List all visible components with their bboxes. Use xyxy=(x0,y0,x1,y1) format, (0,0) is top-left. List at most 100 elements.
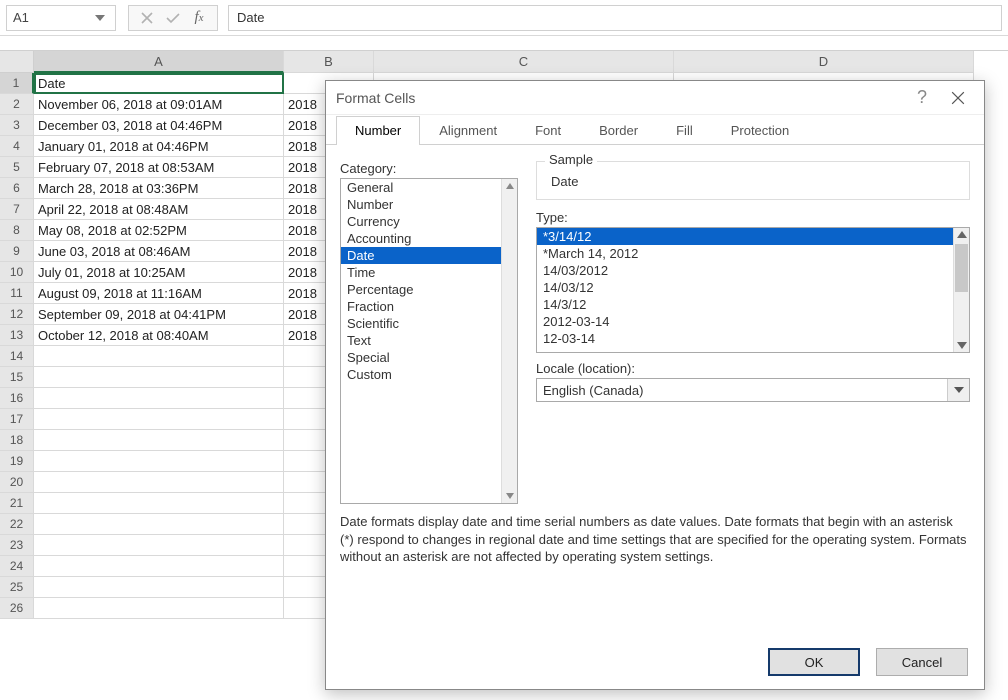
row-header[interactable]: 26 xyxy=(0,598,34,619)
category-option[interactable]: General xyxy=(341,179,517,196)
category-option[interactable]: Number xyxy=(341,196,517,213)
type-option[interactable]: 14/03/12 xyxy=(537,279,969,296)
cell[interactable]: December 03, 2018 at 04:46PM xyxy=(34,115,284,136)
cell[interactable] xyxy=(34,367,284,388)
cancel-edit-icon[interactable] xyxy=(135,7,159,29)
cell[interactable] xyxy=(34,577,284,598)
type-scrollbar-thumb[interactable] xyxy=(955,244,968,292)
row-header[interactable]: 10 xyxy=(0,262,34,283)
column-header-a[interactable]: A xyxy=(34,51,284,73)
row-header[interactable]: 21 xyxy=(0,493,34,514)
row-header[interactable]: 23 xyxy=(0,535,34,556)
row-header[interactable]: 6 xyxy=(0,178,34,199)
category-option[interactable]: Percentage xyxy=(341,281,517,298)
tab-border[interactable]: Border xyxy=(580,116,657,145)
ok-button[interactable]: OK xyxy=(768,648,860,676)
category-option[interactable]: Fraction xyxy=(341,298,517,315)
row-header[interactable]: 2 xyxy=(0,94,34,115)
cell[interactable]: August 09, 2018 at 11:16AM xyxy=(34,283,284,304)
cell[interactable] xyxy=(34,514,284,535)
row-header[interactable]: 14 xyxy=(0,346,34,367)
tab-alignment[interactable]: Alignment xyxy=(420,116,516,145)
category-option[interactable]: Time xyxy=(341,264,517,281)
type-option[interactable]: *March 14, 2012 xyxy=(537,245,969,262)
name-box-dropdown-icon[interactable] xyxy=(91,7,109,29)
select-all-corner[interactable] xyxy=(0,51,34,73)
cancel-button[interactable]: Cancel xyxy=(876,648,968,676)
cell[interactable]: Date xyxy=(34,73,284,94)
cell[interactable]: February 07, 2018 at 08:53AM xyxy=(34,157,284,178)
help-button[interactable]: ? xyxy=(906,82,938,114)
category-scrollbar[interactable] xyxy=(501,179,517,503)
row-header[interactable]: 22 xyxy=(0,514,34,535)
row-header[interactable]: 11 xyxy=(0,283,34,304)
cell[interactable]: March 28, 2018 at 03:36PM xyxy=(34,178,284,199)
row-header[interactable]: 8 xyxy=(0,220,34,241)
insert-function-icon[interactable]: fx xyxy=(187,7,211,29)
cell[interactable]: September 09, 2018 at 04:41PM xyxy=(34,304,284,325)
cell[interactable] xyxy=(34,346,284,367)
tab-font[interactable]: Font xyxy=(516,116,580,145)
tab-fill[interactable]: Fill xyxy=(657,116,712,145)
cell[interactable] xyxy=(34,556,284,577)
category-list[interactable]: GeneralNumberCurrencyAccountingDateTimeP… xyxy=(340,178,518,504)
close-button[interactable] xyxy=(942,82,974,114)
row-header[interactable]: 19 xyxy=(0,451,34,472)
tab-number[interactable]: Number xyxy=(336,116,420,145)
category-option[interactable]: Currency xyxy=(341,213,517,230)
row-header[interactable]: 3 xyxy=(0,115,34,136)
cell[interactable] xyxy=(34,430,284,451)
confirm-edit-icon[interactable] xyxy=(161,7,185,29)
cell[interactable] xyxy=(34,388,284,409)
category-option[interactable]: Custom xyxy=(341,366,517,383)
cell[interactable] xyxy=(34,472,284,493)
cell[interactable]: November 06, 2018 at 09:01AM xyxy=(34,94,284,115)
cell[interactable]: June 03, 2018 at 08:46AM xyxy=(34,241,284,262)
column-header-c[interactable]: C xyxy=(374,51,674,73)
row-header[interactable]: 7 xyxy=(0,199,34,220)
cell[interactable] xyxy=(34,451,284,472)
row-header[interactable]: 13 xyxy=(0,325,34,346)
category-option[interactable]: Date xyxy=(341,247,517,264)
type-list[interactable]: *3/14/12*March 14, 201214/03/201214/03/1… xyxy=(536,227,970,353)
type-option[interactable]: 14/3/12 xyxy=(537,296,969,313)
name-box[interactable]: A1 xyxy=(6,5,116,31)
category-option[interactable]: Scientific xyxy=(341,315,517,332)
formula-input[interactable]: Date xyxy=(228,5,1002,31)
row-header[interactable]: 18 xyxy=(0,430,34,451)
type-option[interactable]: 12-03-14 xyxy=(537,330,969,347)
category-option[interactable]: Special xyxy=(341,349,517,366)
row-header[interactable]: 24 xyxy=(0,556,34,577)
type-option[interactable]: 14/03/2012 xyxy=(537,262,969,279)
locale-dropdown-icon[interactable] xyxy=(947,379,969,401)
locale-select[interactable]: English (Canada) xyxy=(536,378,970,402)
type-scrollbar[interactable] xyxy=(953,228,969,352)
column-header-b[interactable]: B xyxy=(284,51,374,73)
row-header[interactable]: 25 xyxy=(0,577,34,598)
tab-protection[interactable]: Protection xyxy=(712,116,809,145)
row-header[interactable]: 15 xyxy=(0,367,34,388)
category-option[interactable]: Accounting xyxy=(341,230,517,247)
column-header-d[interactable]: D xyxy=(674,51,974,73)
cell[interactable]: October 12, 2018 at 08:40AM xyxy=(34,325,284,346)
cell[interactable]: April 22, 2018 at 08:48AM xyxy=(34,199,284,220)
row-header[interactable]: 20 xyxy=(0,472,34,493)
row-header[interactable]: 9 xyxy=(0,241,34,262)
row-header[interactable]: 17 xyxy=(0,409,34,430)
row-header[interactable]: 1 xyxy=(0,73,34,94)
cell[interactable]: January 01, 2018 at 04:46PM xyxy=(34,136,284,157)
category-option[interactable]: Text xyxy=(341,332,517,349)
row-header[interactable]: 4 xyxy=(0,136,34,157)
type-option[interactable]: 2012-03-14 xyxy=(537,313,969,330)
cell[interactable]: July 01, 2018 at 10:25AM xyxy=(34,262,284,283)
cell[interactable]: May 08, 2018 at 02:52PM xyxy=(34,220,284,241)
cell[interactable] xyxy=(34,598,284,619)
row-header[interactable]: 16 xyxy=(0,388,34,409)
cell[interactable] xyxy=(34,409,284,430)
row-header[interactable]: 5 xyxy=(0,157,34,178)
dialog-titlebar[interactable]: Format Cells ? xyxy=(326,81,984,115)
cell[interactable] xyxy=(34,535,284,556)
row-header[interactable]: 12 xyxy=(0,304,34,325)
cell[interactable] xyxy=(34,493,284,514)
type-option[interactable]: *3/14/12 xyxy=(537,228,969,245)
